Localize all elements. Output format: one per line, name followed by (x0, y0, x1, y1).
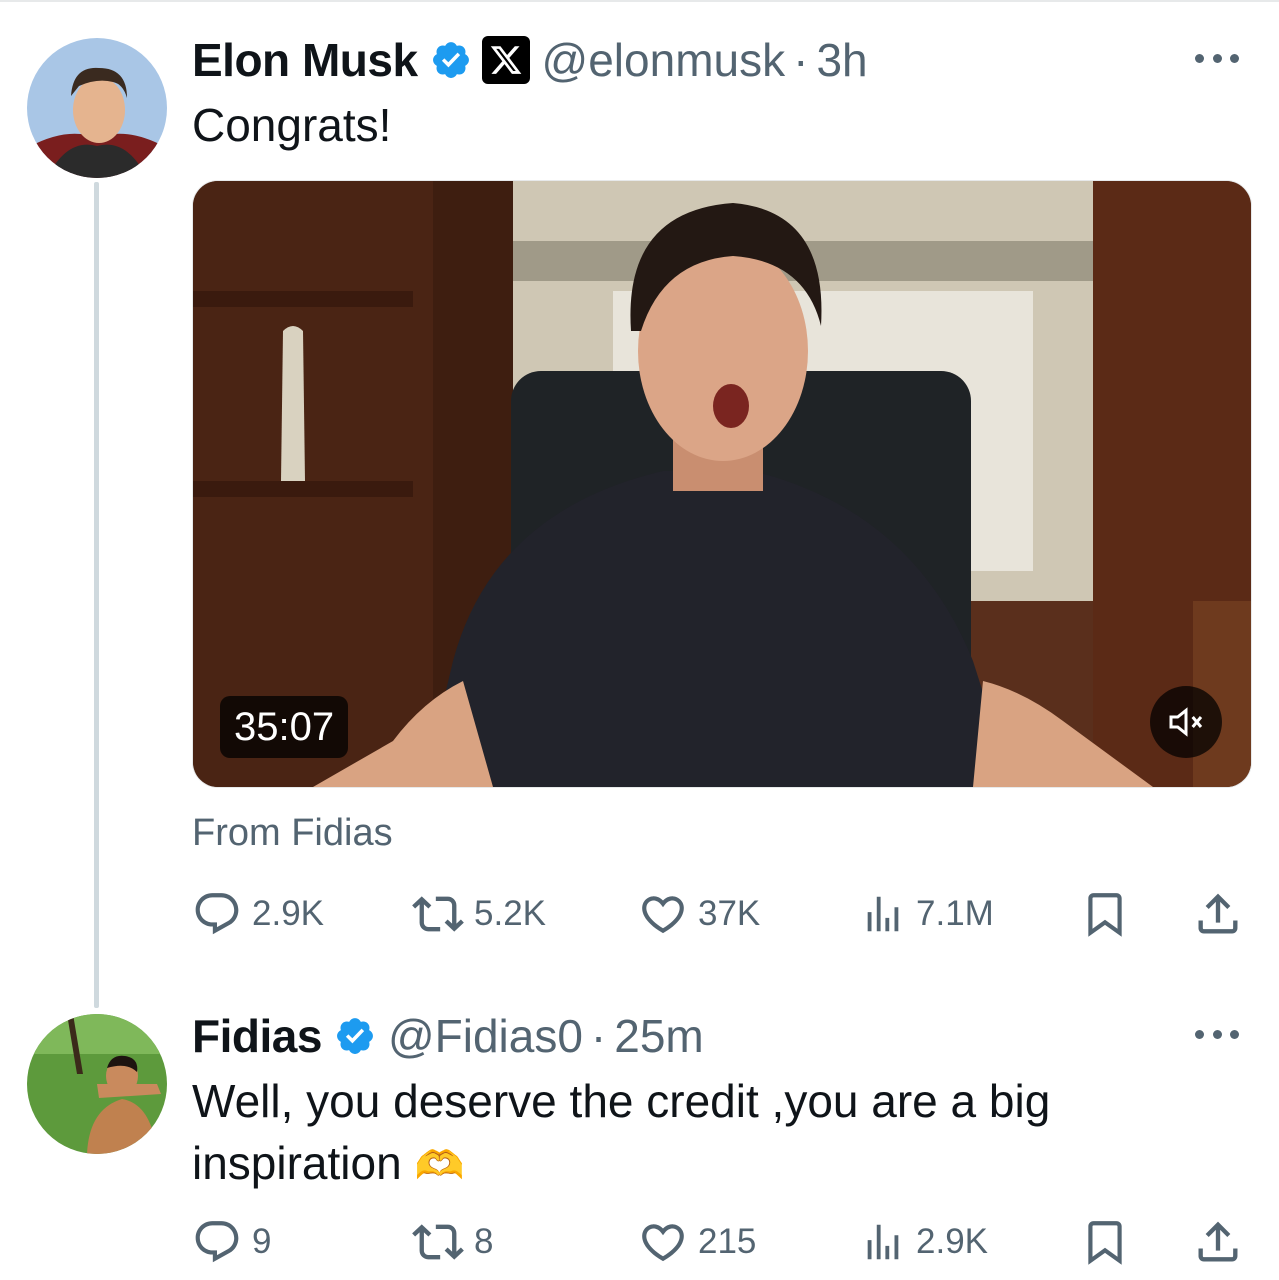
reply-button[interactable]: 9 (192, 1212, 271, 1272)
reply-button[interactable]: 2.9K (192, 884, 324, 944)
separator-dot: · (590, 1010, 607, 1062)
fidias-avatar[interactable] (27, 1014, 167, 1154)
timestamp[interactable]: 3h (816, 33, 867, 87)
reply-count: 2.9K (252, 894, 324, 933)
like-button[interactable]: 37K (638, 884, 760, 944)
views-icon (860, 891, 906, 937)
repost-icon (412, 888, 464, 940)
share-button[interactable] (1192, 1212, 1244, 1272)
tweet-header: Elon Musk @elonmusk · 3h (192, 30, 868, 90)
bookmark-icon (1080, 1217, 1130, 1267)
share-icon (1192, 888, 1244, 940)
heart-hands-emoji: 🫶 (414, 1144, 465, 1188)
repost-icon (412, 1216, 464, 1268)
media-source-label[interactable]: From Fidias (192, 812, 393, 855)
like-icon (638, 889, 688, 939)
bookmark-button[interactable] (1080, 884, 1130, 944)
repost-button[interactable]: 5.2K (412, 884, 546, 944)
tweet-text-line-2-text: inspiration (192, 1137, 402, 1189)
share-icon (1192, 1216, 1244, 1268)
author-handle[interactable]: @elonmusk (542, 33, 786, 87)
bookmark-icon (1080, 889, 1130, 939)
author-name[interactable]: Fidias (192, 1009, 322, 1063)
share-button[interactable] (1192, 884, 1244, 944)
repost-count: 5.2K (474, 894, 546, 933)
bookmark-button[interactable] (1080, 1212, 1130, 1272)
video-duration: 35:07 (220, 696, 349, 758)
verified-badge-icon[interactable] (430, 39, 472, 81)
views-button[interactable]: 2.9K (860, 1212, 988, 1272)
tweet-text-line-1: Well, you deserve the credit ,you are a … (192, 1075, 1051, 1127)
reply-icon (192, 889, 242, 939)
elon-avatar[interactable] (27, 38, 167, 178)
video-player[interactable] (192, 180, 1252, 788)
views-count: 7.1M (916, 894, 994, 933)
mute-icon[interactable] (1150, 686, 1222, 758)
author-name[interactable]: Elon Musk (192, 33, 418, 87)
like-button[interactable]: 215 (638, 1212, 756, 1272)
tweet-actions: 9 8 215 2.9K (192, 1212, 1252, 1272)
thread-connector-line (94, 182, 99, 1008)
more-icon[interactable] (1195, 48, 1239, 68)
reply-icon (192, 1217, 242, 1267)
more-icon[interactable] (1195, 1024, 1239, 1044)
repost-count: 8 (474, 1222, 494, 1261)
like-count: 37K (698, 894, 761, 933)
separator-dot: · (793, 34, 809, 86)
views-count: 2.9K (916, 1222, 988, 1261)
x-affiliation-icon[interactable] (481, 36, 530, 84)
views-icon (860, 1219, 906, 1265)
tweet-text: Congrats! (192, 99, 392, 151)
like-count: 215 (698, 1222, 757, 1261)
author-handle[interactable]: @Fidias0 (388, 1009, 583, 1063)
top-divider (0, 0, 1279, 2)
verified-badge-icon[interactable] (334, 1015, 376, 1057)
views-button[interactable]: 7.1M (860, 884, 994, 944)
tweet-text-line-2: inspiration 🫶 (192, 1132, 1050, 1197)
tweet-header: Fidias @Fidias0 · 25m (192, 1006, 704, 1066)
timestamp[interactable]: 25m (614, 1009, 703, 1063)
tweet-text: Well, you deserve the credit ,you are a … (192, 1070, 1050, 1197)
like-icon (638, 1217, 688, 1267)
reply-count: 9 (252, 1222, 272, 1261)
tweet-actions: 2.9K 5.2K 37K 7.1M (192, 884, 1252, 944)
repost-button[interactable]: 8 (412, 1212, 493, 1272)
